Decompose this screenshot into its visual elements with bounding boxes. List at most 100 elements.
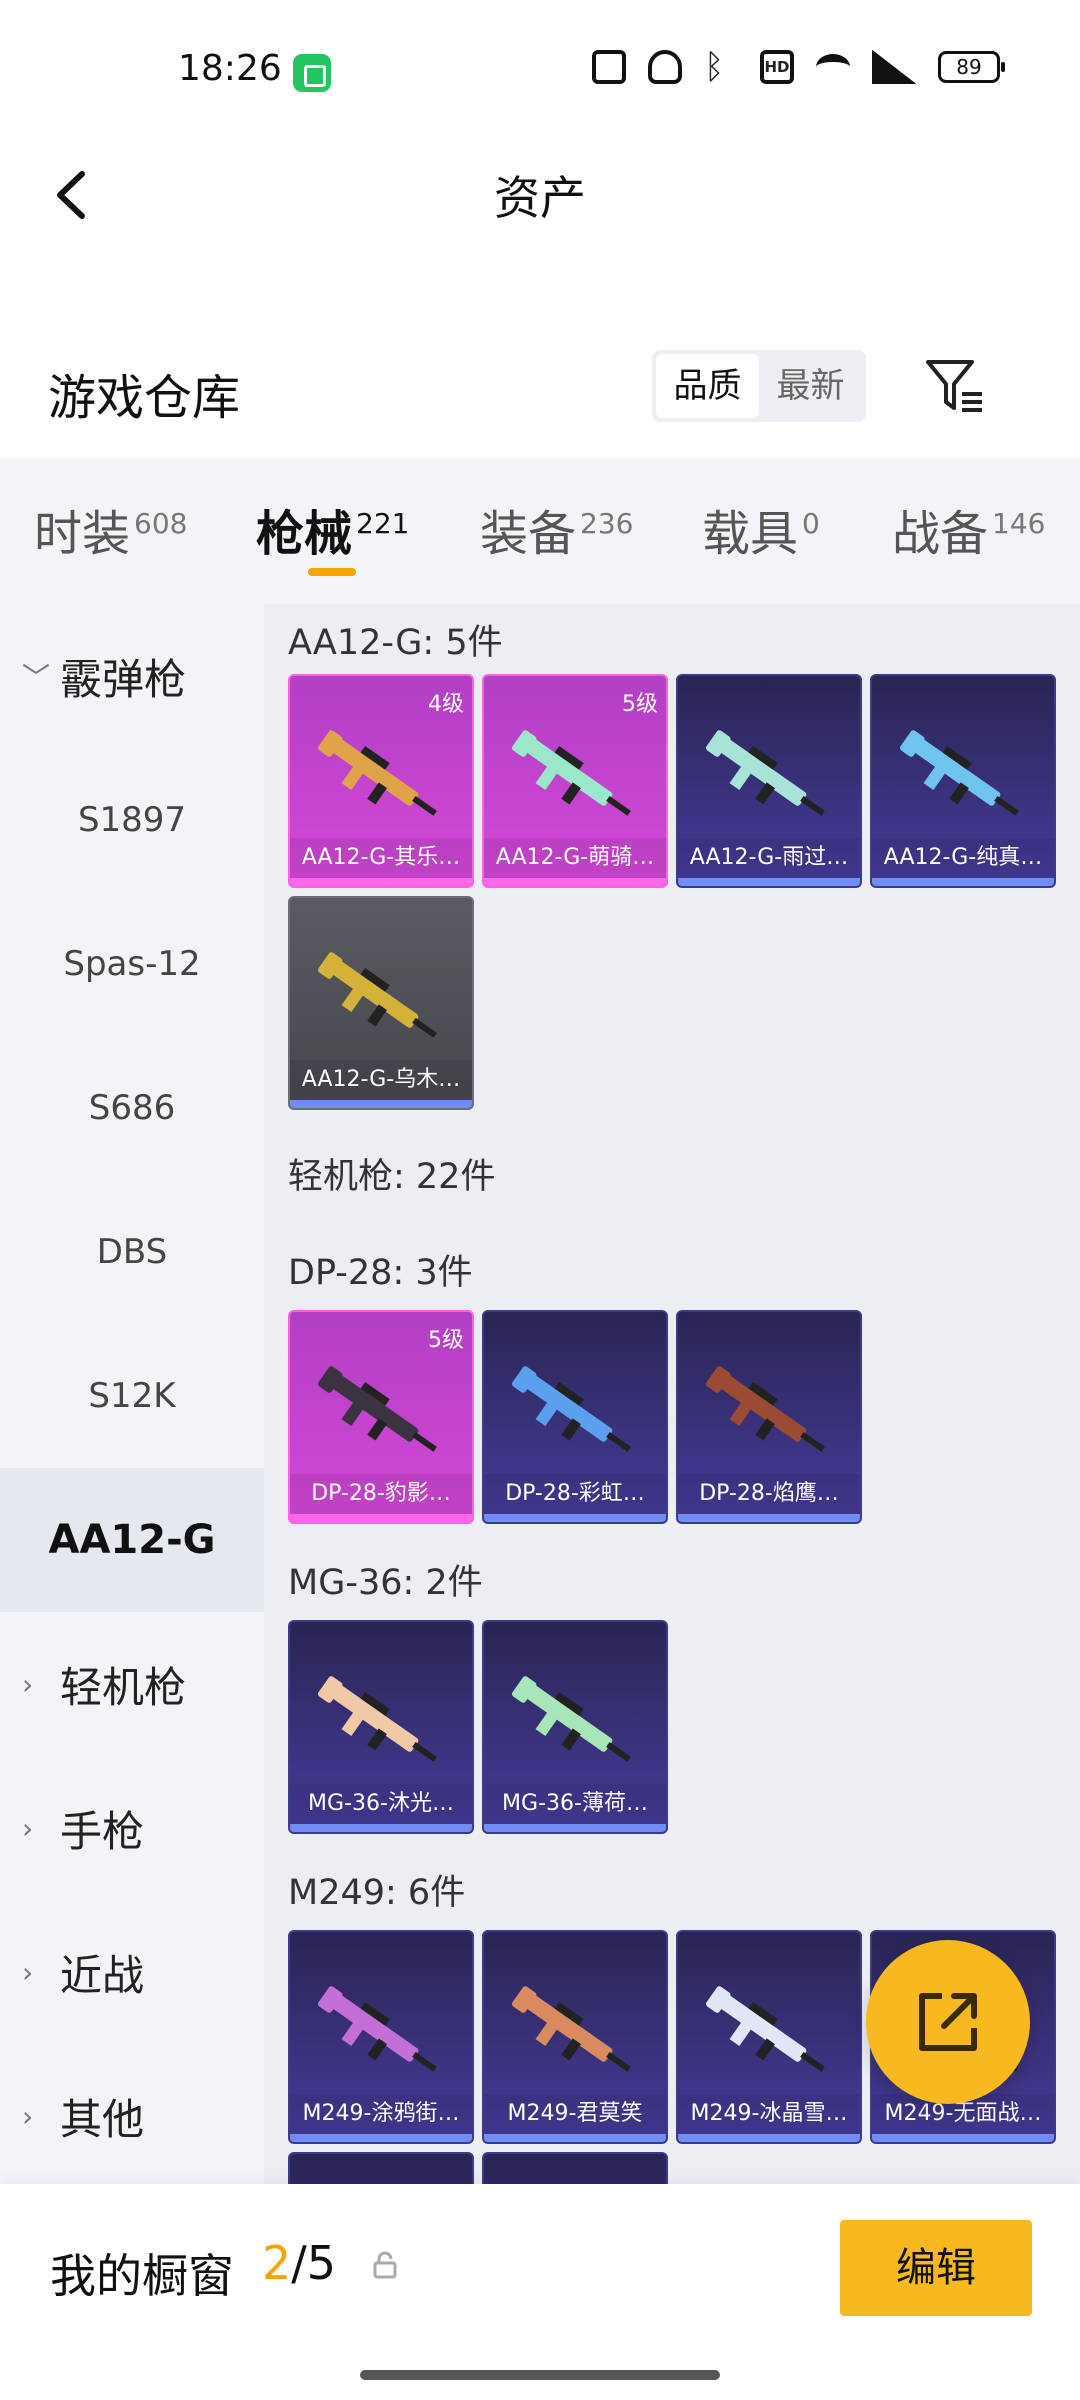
gun-icon [511, 1986, 631, 2072]
sidebar-item-spas12[interactable]: Spas-12 [0, 892, 264, 1036]
item-card[interactable]: M249-涂鸦街… [288, 1930, 474, 2144]
item-name: DP-28-焰鹰… [678, 1474, 860, 1514]
rarity-bar [678, 1514, 860, 1522]
level-badge: 4级 [428, 692, 464, 717]
gun-icon [705, 730, 825, 816]
item-card[interactable]: 5级 AA12-G-萌骑… [482, 674, 668, 888]
tab-supplies[interactable]: 战备 146 [892, 494, 1045, 564]
warehouse-header: 游戏仓库 品质 最新 [0, 330, 1080, 450]
sidebar-item-melee[interactable]: › 近战 [0, 1900, 264, 2044]
item-card[interactable]: MG-36-沐光… [288, 1620, 474, 1834]
section-title-m249: M249: 6件 [288, 1873, 466, 1913]
sort-quality-option[interactable]: 品质 [656, 354, 759, 418]
item-name: AA12-G-雨过… [678, 838, 860, 878]
rarity-bar [678, 878, 860, 886]
item-card[interactable]: 4级 AA12-G-其乐… [288, 674, 474, 888]
app-notification-icon [293, 54, 331, 92]
sidebar-item-label: 近战 [60, 1950, 145, 2000]
tab-fashion[interactable]: 时装 608 [34, 494, 187, 564]
active-tab-indicator [308, 568, 356, 576]
sort-toggle: 品质 最新 [652, 350, 866, 422]
item-name: MG-36-薄荷… [484, 1784, 666, 1824]
gun-icon [705, 1366, 825, 1452]
signal-5g-icon [872, 50, 916, 84]
category-sidebar: ﹀ 霰弹枪 S1897 Spas-12 S686 DBS S12K AA12-G… [0, 604, 264, 2184]
tab-count: 221 [356, 507, 410, 540]
status-icons: ᛒ HD 89 [592, 50, 1005, 84]
category-tabs: 时装 608 枪械 221 装备 236 载具 0 战备 146 [0, 458, 1080, 604]
sidebar-item-lmg[interactable]: › 轻机枪 [0, 1612, 264, 1756]
tab-count: 608 [134, 507, 188, 540]
tab-count: 146 [992, 507, 1046, 540]
sidebar-item-other[interactable]: › 其他 [0, 2044, 264, 2188]
rarity-bar [290, 2134, 472, 2142]
share-button[interactable] [866, 1940, 1030, 2104]
showcase-title: 我的橱窗 [50, 2249, 234, 2303]
sidebar-item-label: 手枪 [60, 1806, 145, 1856]
item-card[interactable]: 5级 DP-28-豹影… [288, 1310, 474, 1524]
item-card[interactable]: MG-36-薄荷… [482, 1620, 668, 1834]
tab-equipment[interactable]: 装备 236 [480, 494, 633, 564]
section-title-lmg: 轻机枪: 22件 [288, 1157, 496, 1197]
rarity-bar [678, 2134, 860, 2142]
showcase-total: /5 [291, 2236, 337, 2290]
item-card[interactable]: M249-君莫笑 [482, 1930, 668, 2144]
tab-firearms[interactable]: 枪械 221 [256, 494, 409, 564]
chevron-right-icon: › [22, 1811, 34, 1845]
sidebar-item-label: 轻机枪 [60, 1662, 187, 1712]
section-title-aa12g: AA12-G: 5件 [288, 623, 503, 663]
item-name: AA12-G-其乐… [290, 838, 472, 878]
hd-icon: HD [760, 50, 794, 84]
tab-count: 236 [580, 507, 634, 540]
item-name: AA12-G-乌木… [290, 1060, 472, 1100]
sidebar-item-s12k[interactable]: S12K [0, 1324, 264, 1468]
chevron-right-icon: › [22, 1667, 34, 1701]
section-title-dp28: DP-28: 3件 [288, 1253, 473, 1293]
item-card[interactable]: M249-冰晶雪… [676, 1930, 862, 2144]
filter-button[interactable] [922, 354, 986, 418]
showcase-count: 2/5 [262, 2236, 336, 2290]
status-time: 18:26 [178, 48, 282, 89]
sidebar-item-dbs[interactable]: DBS [0, 1180, 264, 1324]
item-card[interactable] [482, 2152, 668, 2184]
item-name: AA12-G-纯真… [872, 838, 1054, 878]
rarity-bar [872, 2134, 1054, 2142]
item-card[interactable]: AA12-G-乌木… [288, 896, 474, 1110]
item-card[interactable]: DP-28-彩虹… [482, 1310, 668, 1524]
item-name: AA12-G-萌骑… [484, 838, 666, 878]
item-name: DP-28-彩虹… [484, 1474, 666, 1514]
sidebar-item-aa12g[interactable]: AA12-G [0, 1468, 264, 1612]
page-title: 资产 [494, 171, 586, 225]
sidebar-item-s1897[interactable]: S1897 [0, 748, 264, 892]
gun-icon [317, 952, 437, 1038]
gun-icon [511, 1366, 631, 1452]
gun-icon [317, 1366, 437, 1452]
mute-icon [648, 50, 682, 84]
rarity-bar [290, 1514, 472, 1522]
item-card[interactable] [288, 2152, 474, 2184]
rarity-bar [484, 1514, 666, 1522]
filter-icon [926, 360, 982, 412]
sidebar-item-shotgun[interactable]: ﹀ 霰弹枪 [0, 604, 264, 748]
rarity-bar [290, 1824, 472, 1832]
gun-icon [705, 1986, 825, 2072]
item-name: DP-28-豹影… [290, 1474, 472, 1514]
item-name: M249-君莫笑 [484, 2094, 666, 2134]
tab-vehicles[interactable]: 载具 0 [702, 494, 820, 564]
item-name: M249-涂鸦街… [290, 2094, 472, 2134]
sidebar-item-s686[interactable]: S686 [0, 1036, 264, 1180]
item-card[interactable]: AA12-G-雨过… [676, 674, 862, 888]
lock-icon [373, 2251, 397, 2279]
share-icon [919, 1993, 977, 2051]
rarity-bar [290, 878, 472, 886]
edit-button[interactable]: 编辑 [840, 2220, 1032, 2316]
rarity-bar [484, 878, 666, 886]
sidebar-item-pistol[interactable]: › 手枪 [0, 1756, 264, 1900]
nfc-icon [592, 50, 626, 84]
item-card[interactable]: AA12-G-纯真… [870, 674, 1056, 888]
sort-newest-option[interactable]: 最新 [759, 354, 862, 418]
gun-icon [317, 1986, 437, 2072]
sidebar-item-label: 霰弹枪 [60, 654, 187, 704]
item-card[interactable]: DP-28-焰鹰… [676, 1310, 862, 1524]
chevron-right-icon: › [22, 1955, 34, 1989]
